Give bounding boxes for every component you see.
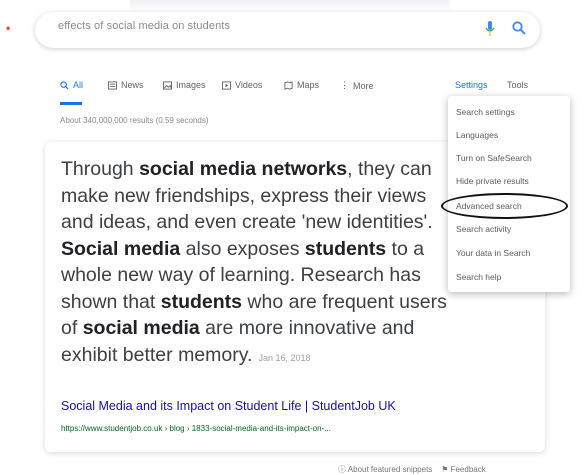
tab-settings[interactable]: Settings (455, 80, 488, 90)
help-icon: ⓘ (338, 465, 346, 474)
tab-news-label: News (121, 80, 144, 90)
menu-item-search-activity[interactable]: Search activity (456, 224, 511, 234)
annotation-ellipse (441, 193, 568, 219)
tab-more[interactable]: ⋮ More (340, 80, 374, 91)
snippet-date: Jan 16, 2018 (258, 352, 311, 363)
tab-videos[interactable]: Videos (222, 80, 262, 90)
feedback-link[interactable]: Feedback (451, 465, 486, 474)
tab-tools[interactable]: Tools (507, 80, 528, 90)
tab-videos-label: Videos (235, 80, 263, 90)
tab-all[interactable]: All (60, 80, 83, 90)
tab-all-label: All (73, 80, 84, 90)
menu-item-hide-private-results[interactable]: Hide private results (456, 176, 529, 186)
tab-images[interactable]: Images (163, 80, 206, 90)
video-icon (222, 80, 231, 90)
menu-item-search-help[interactable]: Search help (456, 272, 501, 282)
search-icon (60, 80, 69, 90)
search-input[interactable]: effects of social media on students (58, 20, 230, 32)
tab-news[interactable]: News (108, 80, 144, 90)
featured-snippet-text: Through social media networks, they can … (61, 158, 447, 366)
tab-images-label: Images (176, 80, 206, 90)
active-tab-indicator (60, 102, 82, 105)
mic-icon[interactable] (485, 21, 495, 37)
about-snippets-link[interactable]: About featured snippets (348, 465, 433, 474)
menu-item-safesearch[interactable]: Turn on SafeSearch (456, 153, 532, 163)
image-icon (163, 80, 172, 90)
news-icon (108, 80, 117, 90)
tab-maps[interactable]: Maps (284, 80, 319, 90)
result-stats: About 340,000,000 results (0.59 seconds) (60, 116, 209, 125)
map-icon (284, 80, 293, 90)
menu-item-your-data[interactable]: Your data in Search (456, 248, 530, 258)
menu-item-search-settings[interactable]: Search settings (456, 107, 515, 117)
search-icon[interactable] (511, 20, 527, 36)
logo-fragment[interactable]: • (6, 22, 16, 34)
feedback-icon: ⚑ (441, 465, 449, 474)
snippet-footer: ⓘ About featured snippets ⚑ Feedback (338, 464, 486, 475)
result-url[interactable]: https://www.studentjob.co.uk › blog › 18… (61, 424, 331, 433)
tab-maps-label: Maps (297, 80, 320, 90)
top-shadow (130, 0, 450, 12)
result-title-link[interactable]: Social Media and its Impact on Student L… (61, 399, 396, 413)
more-dots-icon: ⋮ (340, 80, 349, 90)
tab-more-label: More (353, 80, 374, 91)
menu-item-languages[interactable]: Languages (456, 130, 498, 140)
